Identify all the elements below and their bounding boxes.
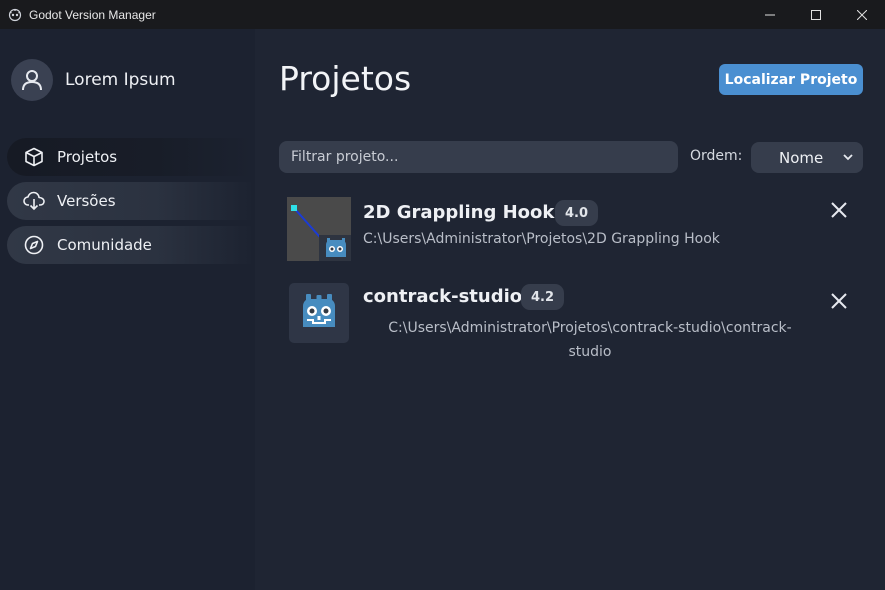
cloud-download-icon bbox=[23, 190, 45, 212]
sidebar-item-versoes[interactable]: Versões bbox=[7, 182, 255, 220]
sidebar-item-label: Projetos bbox=[57, 148, 118, 166]
project-thumbnail bbox=[287, 197, 351, 261]
maximize-button[interactable] bbox=[793, 0, 839, 29]
main-content: Projetos Localizar Projeto Ordem: Nome bbox=[255, 29, 885, 590]
window-title: Godot Version Manager bbox=[29, 7, 156, 22]
sidebar-nav: Projetos Versões Comunidade bbox=[7, 138, 255, 270]
user-profile[interactable]: Lorem Ipsum bbox=[11, 59, 176, 101]
page-title: Projetos bbox=[279, 59, 412, 98]
sidebar: Lorem Ipsum Projetos Versões Comunidade bbox=[0, 29, 255, 590]
close-window-button[interactable] bbox=[839, 0, 885, 29]
sidebar-item-label: Comunidade bbox=[57, 236, 152, 254]
cube-icon bbox=[23, 146, 45, 168]
order-select[interactable]: Nome bbox=[751, 142, 863, 173]
version-badge: 4.0 bbox=[555, 200, 598, 226]
user-name: Lorem Ipsum bbox=[65, 70, 176, 90]
project-path: C:\Users\Administrator\Projetos\contrack… bbox=[388, 320, 792, 360]
project-path: C:\Users\Administrator\Projetos\2D Grapp… bbox=[363, 231, 720, 247]
close-icon bbox=[831, 202, 847, 218]
maximize-icon bbox=[811, 9, 821, 20]
remove-project-button[interactable] bbox=[827, 289, 851, 313]
project-thumbnail bbox=[287, 281, 351, 345]
chevron-down-icon bbox=[843, 154, 853, 161]
compass-icon bbox=[23, 234, 45, 256]
project-item[interactable]: contrack-studio 4.2 C:\Users\Administrat… bbox=[279, 281, 869, 361]
remove-project-button[interactable] bbox=[827, 198, 851, 222]
title-bar: Godot Version Manager bbox=[0, 0, 885, 29]
version-badge: 4.2 bbox=[521, 284, 564, 310]
project-name: contrack-studio bbox=[363, 286, 523, 307]
close-icon bbox=[831, 293, 847, 309]
minimize-icon bbox=[765, 14, 775, 15]
close-icon bbox=[857, 9, 867, 20]
sidebar-item-label: Versões bbox=[57, 192, 116, 210]
minimize-button[interactable] bbox=[747, 0, 793, 29]
sidebar-item-projetos[interactable]: Projetos bbox=[7, 138, 255, 176]
order-selected-value: Nome bbox=[779, 148, 824, 167]
locate-project-button[interactable]: Localizar Projeto bbox=[719, 64, 863, 95]
order-label: Ordem: bbox=[690, 148, 743, 164]
project-item[interactable]: 2D Grappling Hook 4.0 C:\Users\Administr… bbox=[279, 197, 869, 261]
sidebar-item-comunidade[interactable]: Comunidade bbox=[7, 226, 255, 264]
user-icon bbox=[22, 70, 42, 91]
project-name: 2D Grappling Hook bbox=[363, 202, 555, 223]
godot-app-icon bbox=[7, 7, 23, 23]
filter-project-input[interactable] bbox=[279, 141, 678, 173]
avatar bbox=[11, 59, 53, 101]
